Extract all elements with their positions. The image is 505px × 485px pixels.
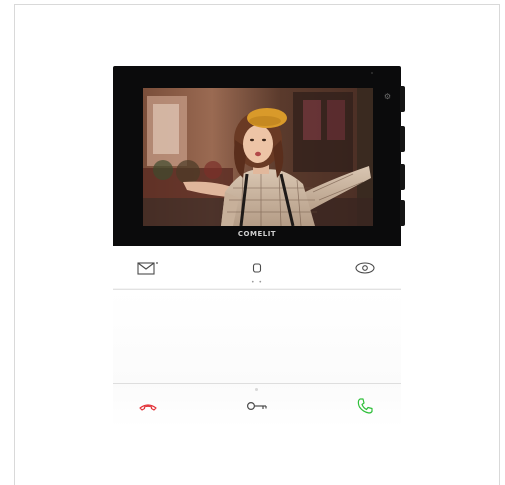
settings-mark-icon: ⚙ xyxy=(383,92,391,101)
messages-button[interactable] xyxy=(133,256,163,280)
hang-up-icon xyxy=(139,404,157,411)
monitor-bezel: ⚙ COMELIT xyxy=(113,66,405,246)
answer-phone-icon xyxy=(357,398,373,414)
video-feed-image xyxy=(143,88,373,226)
envelope-icon xyxy=(137,262,158,275)
microphone-hole xyxy=(255,388,258,391)
side-button-1[interactable] xyxy=(400,86,405,112)
camera-led xyxy=(371,72,373,74)
top-key-panel: • • xyxy=(113,246,401,290)
eye-icon xyxy=(355,262,375,274)
brand-label: COMELIT xyxy=(237,230,277,238)
home-icon xyxy=(252,263,262,273)
side-button-2[interactable] xyxy=(400,126,405,152)
hang-up-button[interactable] xyxy=(133,394,163,418)
indicator-dots: • • xyxy=(251,279,263,286)
home-button[interactable] xyxy=(242,256,272,280)
intercom-device: ⚙ COMELIT • • xyxy=(113,66,405,428)
speaker-panel xyxy=(113,290,401,384)
side-button-4[interactable] xyxy=(400,200,405,226)
camera-view-button[interactable] xyxy=(350,256,380,280)
video-screen xyxy=(143,88,373,226)
side-button-3[interactable] xyxy=(400,164,405,190)
door-open-button[interactable] xyxy=(242,394,272,418)
key-icon xyxy=(246,401,267,411)
answer-button[interactable] xyxy=(350,394,380,418)
bottom-key-panel xyxy=(113,384,401,428)
